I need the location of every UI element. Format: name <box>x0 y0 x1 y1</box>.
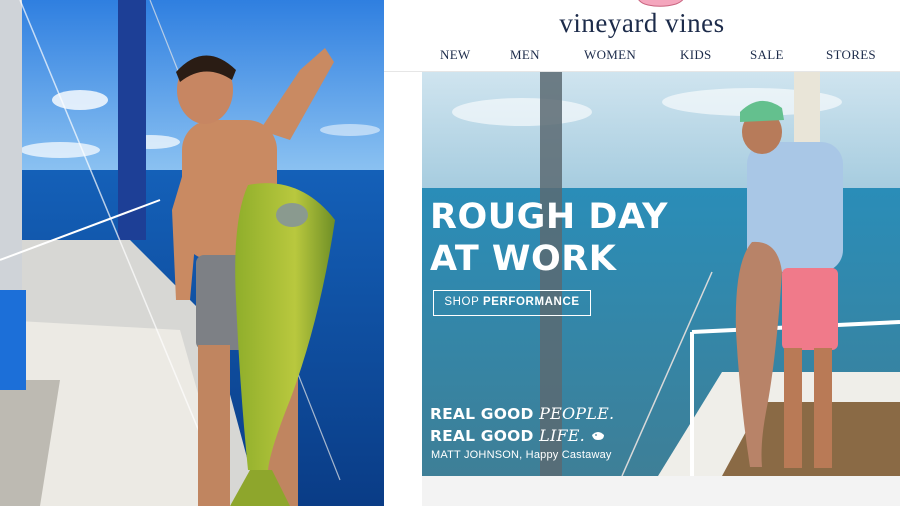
nav-sale[interactable]: SALE <box>750 47 784 63</box>
site-header: vineyard vines NEW MEN WOMEN KIDS SALE S… <box>384 0 900 72</box>
cta-bold: PERFORMANCE <box>482 296 580 308</box>
headline-line-1: ROUGH DAY <box>430 197 668 237</box>
hero-headline: ROUGH DAY AT WORK <box>430 196 668 280</box>
nav-stores[interactable]: STORES <box>826 47 876 63</box>
brand-wordmark[interactable]: vineyard vines <box>384 8 900 39</box>
shop-performance-button[interactable]: SHOP PERFORMANCE <box>433 290 591 316</box>
nav-new[interactable]: NEW <box>440 47 471 63</box>
nav-men[interactable]: MEN <box>510 47 540 63</box>
tagline-2-script: LIFE. <box>539 426 585 445</box>
vineyard-vines-webpage: vineyard vines NEW MEN WOMEN KIDS SALE S… <box>384 0 900 506</box>
tagline-2-bold: REAL GOOD <box>430 427 540 445</box>
whale-icon <box>591 432 604 440</box>
tagline: REAL GOOD PEOPLE. REAL GOOD LIFE. <box>430 403 614 447</box>
headline-line-2: AT WORK <box>430 239 617 279</box>
below-hero-strip <box>422 476 900 506</box>
pink-whale-logo-icon[interactable] <box>632 0 688 8</box>
main-navigation: NEW MEN WOMEN KIDS SALE STORES <box>384 47 900 65</box>
nav-women[interactable]: WOMEN <box>584 47 636 63</box>
nav-kids[interactable]: KIDS <box>680 47 712 63</box>
tagline-1-script: PEOPLE. <box>539 404 615 423</box>
tagline-1-bold: REAL GOOD <box>430 405 540 423</box>
photo-credit: MATT JOHNSON, Happy Castaway <box>431 449 612 461</box>
cta-prefix: SHOP <box>444 296 483 308</box>
hero-banner[interactable]: ROUGH DAY AT WORK SHOP PERFORMANCE REAL … <box>422 72 900 476</box>
sailboat-photo-illustration <box>0 0 384 506</box>
man-with-fish-photo <box>0 0 384 506</box>
